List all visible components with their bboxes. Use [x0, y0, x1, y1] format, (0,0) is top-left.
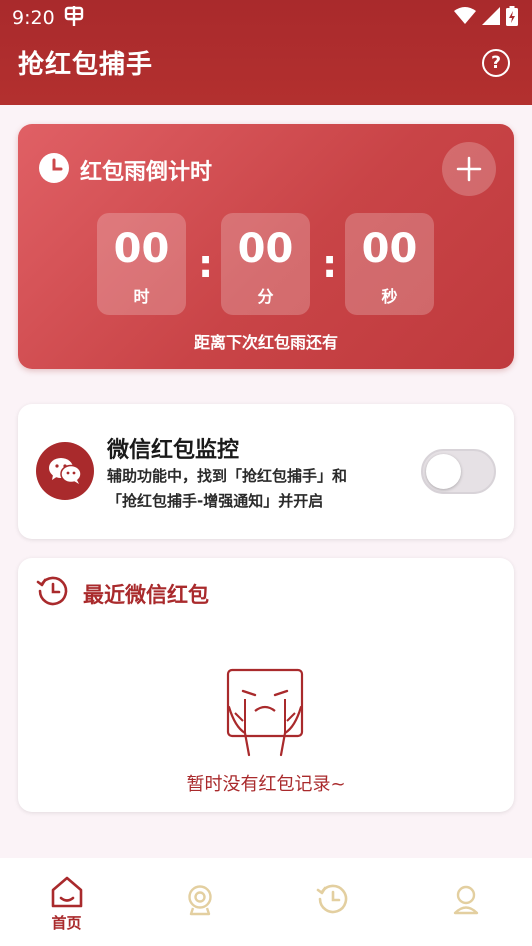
seconds-value: 00	[361, 226, 418, 272]
empty-state-text: 暂时没有红包记录~	[186, 774, 346, 795]
minutes-box: 00 分	[221, 213, 310, 315]
seconds-box: 00 秒	[345, 213, 434, 315]
home-icon	[51, 876, 82, 908]
time-separator: :	[322, 242, 338, 286]
status-time: 9:20	[12, 7, 55, 29]
nav-item-history[interactable]	[266, 858, 399, 946]
nav-item-monitor[interactable]	[133, 858, 266, 946]
history-icon	[36, 576, 68, 606]
countdown-title: 红包雨倒计时	[80, 160, 213, 185]
clock-icon	[39, 153, 69, 183]
app-bar: 9:20 抢红包捕手 ?	[0, 0, 532, 105]
history-clock-icon	[316, 884, 347, 914]
minutes-unit: 分	[257, 287, 274, 306]
nav-item-profile[interactable]	[399, 858, 532, 946]
app-title: 抢红包捕手	[18, 50, 154, 80]
monitor-desc-line1: 辅助功能中，找到「抢红包捕手」和	[107, 467, 348, 485]
countdown-card: 红包雨倒计时 00 时 : 00 分 : 00 秒 距离下次红包雨还有	[18, 124, 514, 369]
wechat-logo	[36, 442, 94, 500]
nav-item-home[interactable]: 首页	[0, 858, 133, 946]
battery-charging-icon	[506, 5, 518, 31]
cellular-signal-icon	[482, 6, 500, 30]
help-button[interactable]: ?	[482, 49, 510, 77]
help-circle-icon: ?	[491, 53, 501, 73]
recent-title: 最近微信红包	[83, 583, 209, 607]
app-notification-icon	[63, 5, 85, 31]
crying-face-illustration	[226, 668, 304, 757]
wechat-icon	[49, 458, 82, 484]
add-button[interactable]	[442, 142, 496, 196]
hours-box: 00 时	[97, 213, 186, 315]
webcam-icon	[187, 885, 212, 916]
recent-redpacket-card: 最近微信红包 暂时没有红包记录~	[18, 558, 514, 812]
nav-label-home: 首页	[51, 914, 82, 932]
monitor-desc-line2: 「抢红包捕手-增强通知」并开启	[107, 492, 324, 510]
bottom-navigation: 首页	[0, 858, 532, 946]
toggle-knob	[426, 454, 461, 489]
wechat-monitor-card: 微信红包监控 辅助功能中，找到「抢红包捕手」和 「抢红包捕手-增强通知」并开启	[18, 404, 514, 539]
time-separator: :	[198, 242, 214, 286]
monitor-toggle[interactable]	[421, 449, 496, 494]
countdown-note: 距离下次红包雨还有	[193, 333, 338, 352]
hours-unit: 时	[133, 287, 150, 306]
seconds-unit: 秒	[381, 287, 398, 306]
monitor-title: 微信红包监控	[107, 438, 240, 463]
plus-icon	[456, 156, 482, 182]
hours-value: 00	[113, 226, 170, 272]
minutes-value: 00	[237, 226, 294, 272]
wifi-icon	[454, 6, 476, 30]
profile-icon	[453, 885, 478, 915]
monitor-description: 辅助功能中，找到「抢红包捕手」和 「抢红包捕手-增强通知」并开启	[107, 464, 407, 514]
status-bar: 9:20	[0, 0, 532, 36]
